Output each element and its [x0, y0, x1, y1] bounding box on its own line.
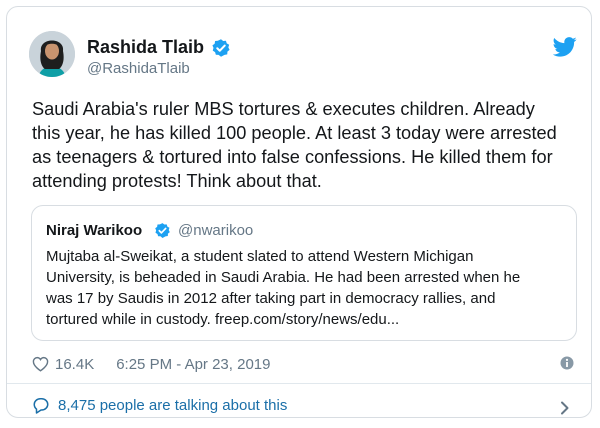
tweet-meta: 16.4K 6:25 PM - Apr 23, 2019 — [32, 353, 270, 375]
conversation-label[interactable]: 8,475 people are talking about this — [58, 397, 287, 414]
avatar[interactable] — [29, 31, 75, 77]
tweet-card: Rashida Tlaib @RashidaTlaib Saudi Arabia… — [6, 6, 592, 418]
conversation-link[interactable]: 8,475 people are talking about this — [32, 397, 287, 414]
quoted-author-name[interactable]: Niraj Warikoo — [46, 222, 142, 239]
info-icon[interactable] — [560, 356, 574, 370]
author-name[interactable]: Rashida Tlaib — [87, 37, 204, 58]
quoted-tweet[interactable]: Niraj Warikoo @nwarikoo Mujtaba al-Sweik… — [31, 205, 577, 341]
tweet-timestamp[interactable]: 6:25 PM - Apr 23, 2019 — [116, 356, 270, 373]
twitter-bird-icon[interactable] — [553, 37, 577, 57]
author-handle[interactable]: @RashidaTlaib — [87, 60, 190, 77]
verified-icon — [155, 223, 170, 238]
heart-icon[interactable] — [32, 356, 49, 372]
verified-icon — [212, 39, 230, 57]
tweet-text: Saudi Arabia's ruler MBS tortures & exec… — [32, 99, 557, 191]
speech-bubble-icon — [33, 398, 49, 414]
chevron-right-icon[interactable] — [560, 401, 570, 415]
quoted-author-handle[interactable]: @nwarikoo — [178, 222, 253, 239]
quoted-tweet-text: Mujtaba al-Sweikat, a student slated to … — [46, 248, 521, 328]
divider — [7, 383, 591, 384]
like-count[interactable]: 16.4K — [55, 356, 94, 373]
